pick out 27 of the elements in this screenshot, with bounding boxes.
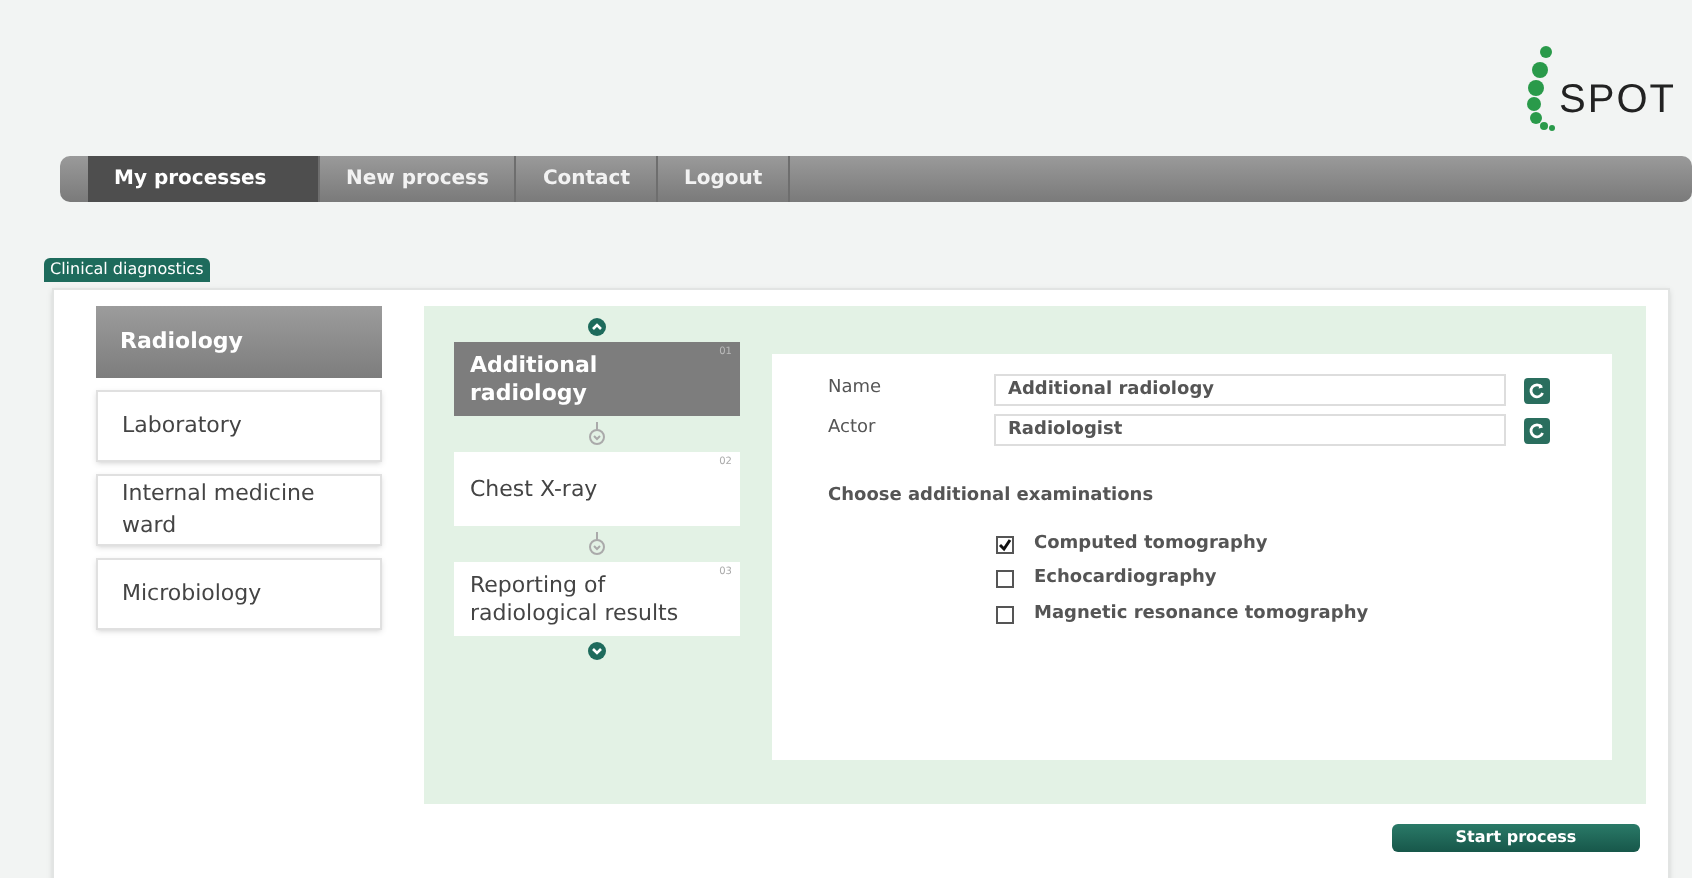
scroll-up-icon[interactable] — [588, 318, 606, 336]
input-field[interactable]: Additional radiology — [994, 374, 1506, 406]
scroll-down-icon[interactable] — [588, 642, 606, 660]
refresh-icon[interactable] — [1524, 377, 1550, 403]
connector-icon — [588, 422, 606, 446]
department-item[interactable]: Internal medicine ward — [96, 474, 382, 546]
input-field[interactable]: Radiologist — [994, 414, 1506, 446]
step-title: Chest X-ray — [470, 475, 598, 503]
checkbox-label: Computed tomography — [1034, 531, 1268, 557]
start-process-button[interactable]: Start process — [1392, 824, 1640, 852]
refresh-icon[interactable] — [1524, 417, 1550, 443]
department-item[interactable]: Laboratory — [96, 390, 382, 462]
step-title: Additional radiology — [470, 351, 600, 407]
department-item[interactable]: Microbiology — [96, 558, 382, 630]
checkbox-label: Magnetic resonance tomography — [1034, 601, 1369, 627]
checkbox[interactable] — [996, 570, 1014, 589]
section-heading: Choose additional examinations — [828, 484, 1156, 510]
checkbox[interactable] — [996, 605, 1014, 624]
nav-tab[interactable]: My processes — [88, 156, 320, 202]
section-tab[interactable]: Clinical diagnostics — [44, 258, 210, 282]
field-label: Actor — [828, 416, 878, 443]
checkbox-label: Echocardiography — [1034, 566, 1217, 592]
logo-text: SPOT — [1559, 80, 1676, 120]
connector-icon — [588, 532, 606, 556]
field-label: Name — [828, 376, 884, 403]
step-title: Reporting of radiological results — [470, 571, 681, 627]
checkbox[interactable] — [996, 535, 1014, 554]
